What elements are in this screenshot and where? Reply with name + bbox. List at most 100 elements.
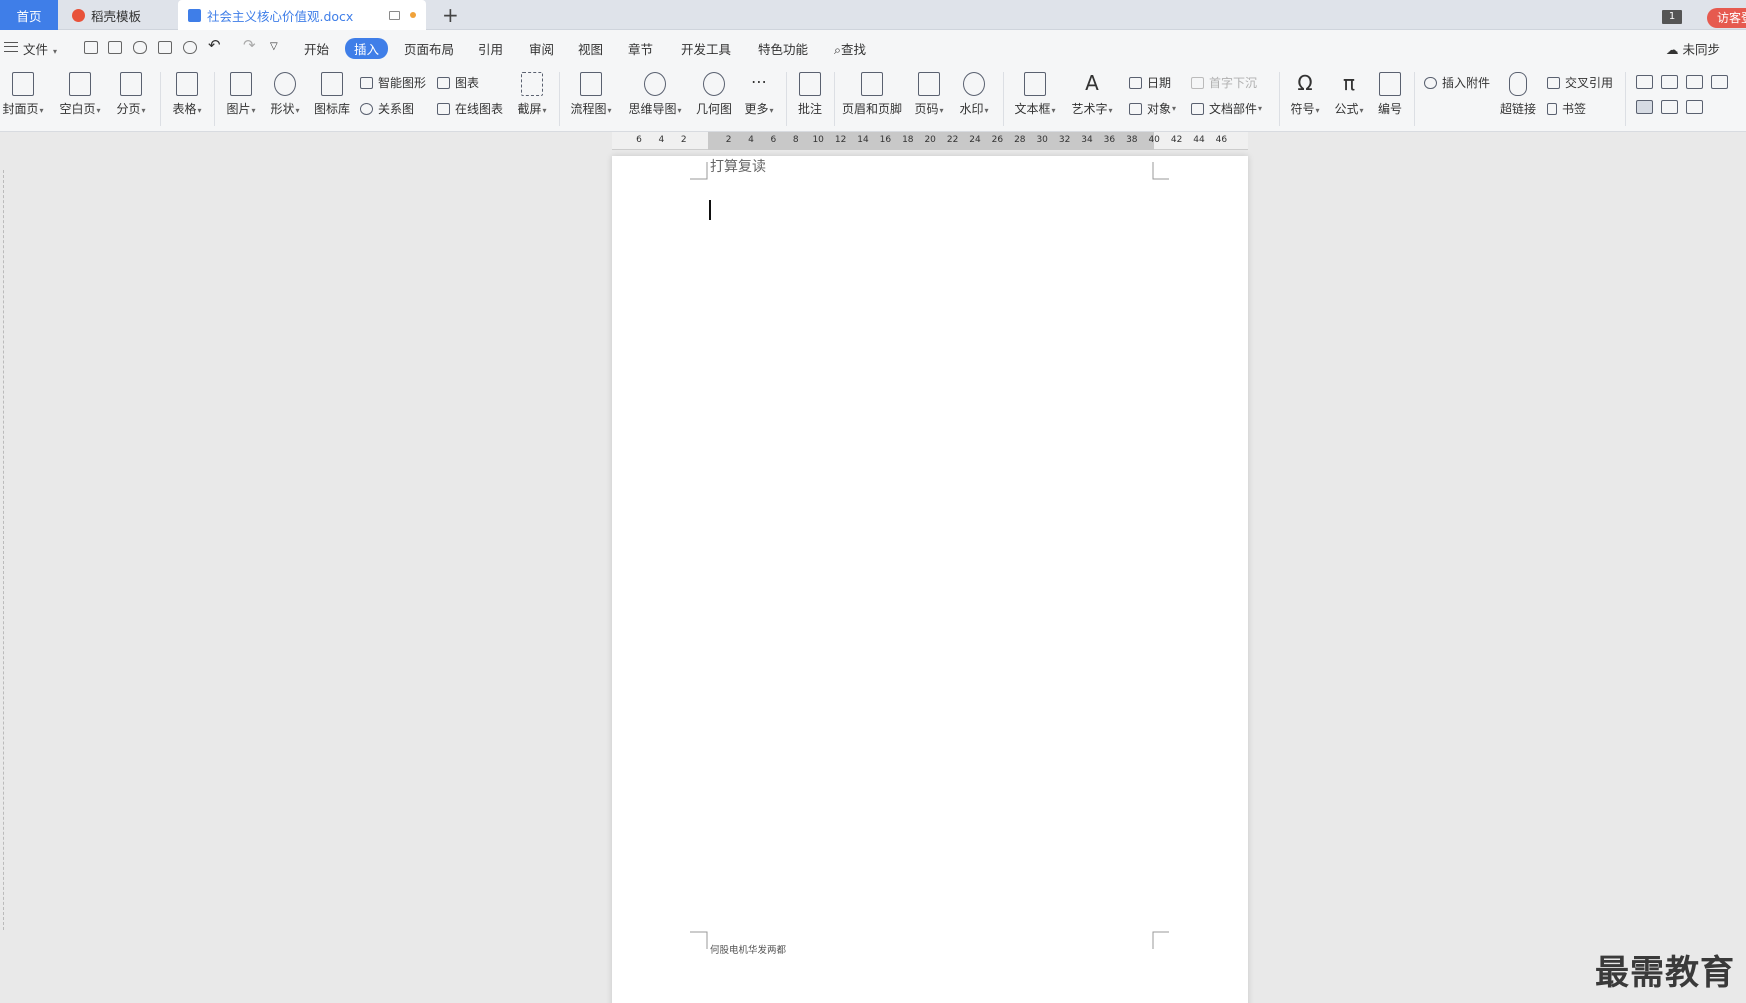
- header-footer-label: 页眉和页脚: [842, 102, 903, 116]
- tab-home[interactable]: 首页: [0, 0, 58, 30]
- undo-icon[interactable]: ↶: [208, 36, 221, 54]
- file-menu[interactable]: 文件 ▾: [23, 39, 57, 58]
- textbox-label: 文本框: [1014, 102, 1051, 116]
- comment-button[interactable]: 批注: [794, 72, 826, 117]
- print-icon[interactable]: [158, 41, 172, 54]
- screenshot-button[interactable]: 截屏▾: [512, 72, 552, 117]
- date-control-icon[interactable]: [1686, 100, 1703, 114]
- relation-chart-icon: [360, 102, 373, 115]
- attachment-button[interactable]: 插入附件: [1424, 74, 1490, 91]
- menu-layout[interactable]: 页面布局: [404, 39, 454, 58]
- textbox-button[interactable]: 文本框▾: [1011, 72, 1059, 117]
- menu-view[interactable]: 视图: [578, 39, 603, 58]
- picture-icon: [230, 72, 252, 96]
- bookmark-button[interactable]: 书签: [1547, 100, 1586, 117]
- cross-reference-button[interactable]: 交叉引用: [1547, 74, 1613, 91]
- menu-insert[interactable]: 插入: [345, 38, 389, 59]
- flowchart-button[interactable]: 流程图▾: [567, 72, 615, 117]
- watermark-button[interactable]: 水印▾: [955, 72, 993, 117]
- list-control-icon[interactable]: [1711, 75, 1728, 89]
- online-chart-icon: [437, 102, 450, 115]
- open-icon[interactable]: [84, 41, 98, 54]
- cover-page-label: 封面页: [2, 102, 39, 116]
- date-button[interactable]: 日期: [1129, 74, 1171, 91]
- relation-chart-label: 关系图: [378, 102, 415, 116]
- symbol-button[interactable]: Ω 符号▾: [1287, 72, 1323, 117]
- text-control-icon[interactable]: [1686, 75, 1703, 89]
- blank-page-label: 空白页: [59, 102, 96, 116]
- menu-icon[interactable]: [4, 42, 18, 52]
- header-footer-button[interactable]: 页眉和页脚: [842, 72, 902, 117]
- icon-library-button[interactable]: 图标库: [312, 72, 352, 117]
- format-painter-icon[interactable]: [133, 41, 147, 54]
- more-button[interactable]: ⋯ 更多▾: [741, 72, 777, 117]
- numbering-button[interactable]: 编号: [1375, 72, 1405, 117]
- menu-reference[interactable]: 引用: [478, 39, 503, 58]
- search-button[interactable]: ⌕查找: [834, 39, 866, 58]
- new-tab-button[interactable]: +: [442, 3, 459, 27]
- hyperlink-button[interactable]: 超链接: [1498, 72, 1538, 117]
- menu-features[interactable]: 特色功能: [758, 39, 808, 58]
- symbol-label: 符号: [1290, 102, 1315, 116]
- chart-label: 图表: [455, 76, 480, 90]
- checkbox-control-icon[interactable]: [1661, 75, 1678, 89]
- ruler-tick: 40: [1148, 135, 1160, 145]
- chart-button[interactable]: 图表: [437, 74, 479, 91]
- wordart-button[interactable]: A 艺术字▾: [1068, 72, 1116, 117]
- geometry-button[interactable]: 几何图: [694, 72, 734, 117]
- smart-art-button[interactable]: 智能图形: [360, 74, 426, 91]
- picture-button[interactable]: 图片▾: [222, 72, 260, 117]
- ruler-tick: 28: [1014, 135, 1026, 145]
- visitor-login-button[interactable]: 访客登: [1707, 8, 1746, 28]
- ruler-tick: 2: [680, 135, 687, 145]
- page-footer-text[interactable]: 何股电机华发两都: [710, 942, 786, 956]
- cover-page-button[interactable]: 封面页▾: [0, 72, 46, 117]
- ruler-tick: 46: [1215, 135, 1228, 145]
- monitor-icon[interactable]: [389, 10, 400, 20]
- page-number-icon: [918, 72, 940, 96]
- icon-library-icon: [321, 72, 343, 96]
- horizontal-ruler[interactable]: 6 4 2 2 4 6 8 10 12 14 16 18 20 22 24 26 28 30 32 34 36 38 40 4…: [612, 132, 1248, 150]
- menu-review[interactable]: 审阅: [529, 39, 554, 58]
- watermark-logo-text: 最需教育: [1595, 953, 1735, 993]
- form-control-icon[interactable]: [1636, 75, 1653, 89]
- shape-button[interactable]: 形状▾: [266, 72, 304, 117]
- menu-devtools[interactable]: 开发工具: [681, 39, 731, 58]
- tab-template[interactable]: 稻壳模板: [62, 0, 174, 30]
- table-button[interactable]: 表格▾: [168, 72, 206, 117]
- field-shading-icon[interactable]: [1636, 100, 1653, 114]
- drop-cap-button[interactable]: 首字下沉: [1191, 74, 1257, 91]
- object-button[interactable]: 对象 ▾: [1129, 100, 1176, 117]
- omega-icon: Ω: [1297, 71, 1313, 95]
- page-break-button[interactable]: 分页▾: [112, 72, 150, 117]
- customize-icon[interactable]: ▽: [270, 41, 278, 52]
- ruler-tick: 22: [946, 135, 959, 145]
- menu-chapter[interactable]: 章节: [628, 39, 653, 58]
- page-number-button[interactable]: 页码▾: [910, 72, 948, 117]
- ruler-tick: 6: [636, 135, 642, 145]
- online-chart-button[interactable]: 在线图表: [437, 100, 503, 117]
- vertical-ruler[interactable]: [0, 170, 4, 930]
- numbering-label: 编号: [1377, 102, 1402, 116]
- page-header-text[interactable]: 打算复读: [710, 156, 766, 176]
- mindmap-button[interactable]: 思维导图▾: [625, 72, 685, 117]
- preview-icon[interactable]: [183, 41, 197, 54]
- ruler-tick: 12: [834, 135, 847, 145]
- ruler-tick: 14: [857, 135, 869, 145]
- redo-icon[interactable]: ↷: [243, 36, 256, 54]
- chart-icon: [437, 76, 450, 89]
- menu-start[interactable]: 开始: [304, 39, 329, 58]
- document-page[interactable]: 打算复读 何股电机华发两都: [612, 156, 1248, 1003]
- window-count-badge[interactable]: 1: [1662, 10, 1682, 24]
- relation-chart-button[interactable]: 关系图: [360, 100, 414, 117]
- blank-page-button[interactable]: 空白页▾: [55, 72, 105, 117]
- file-menu-label: 文件: [23, 42, 49, 57]
- shape-label: 形状: [270, 102, 295, 116]
- sync-status[interactable]: ☁ 未同步: [1666, 39, 1720, 58]
- save-icon[interactable]: [108, 41, 122, 54]
- formula-button[interactable]: π 公式▾: [1331, 72, 1367, 117]
- wordart-icon: A: [1085, 71, 1099, 95]
- doc-parts-button[interactable]: 文档部件 ▾: [1191, 100, 1262, 117]
- tab-document[interactable]: 社会主义核心价值观.docx: [178, 0, 426, 30]
- image-control-icon[interactable]: [1661, 100, 1678, 114]
